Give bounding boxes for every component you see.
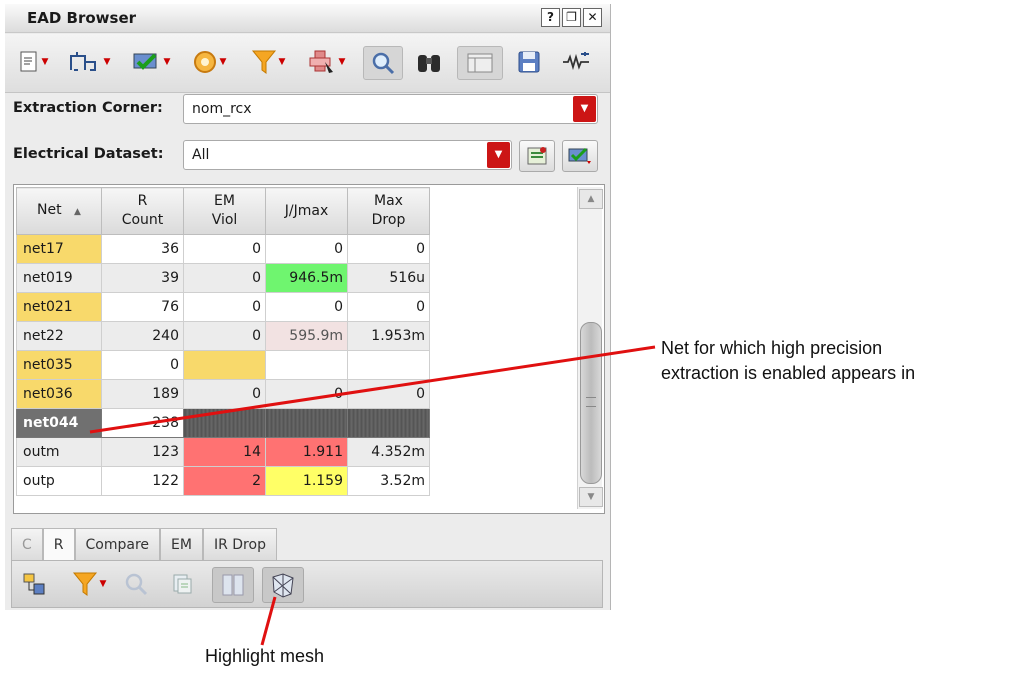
net-note-line1: Net for which high precision [661, 338, 883, 358]
mesh-note: Highlight mesh [205, 646, 325, 666]
mesh-callout-line [260, 596, 277, 646]
net-callout-line [89, 345, 656, 434]
net-note-line2: extraction is enabled appears in [661, 363, 916, 383]
